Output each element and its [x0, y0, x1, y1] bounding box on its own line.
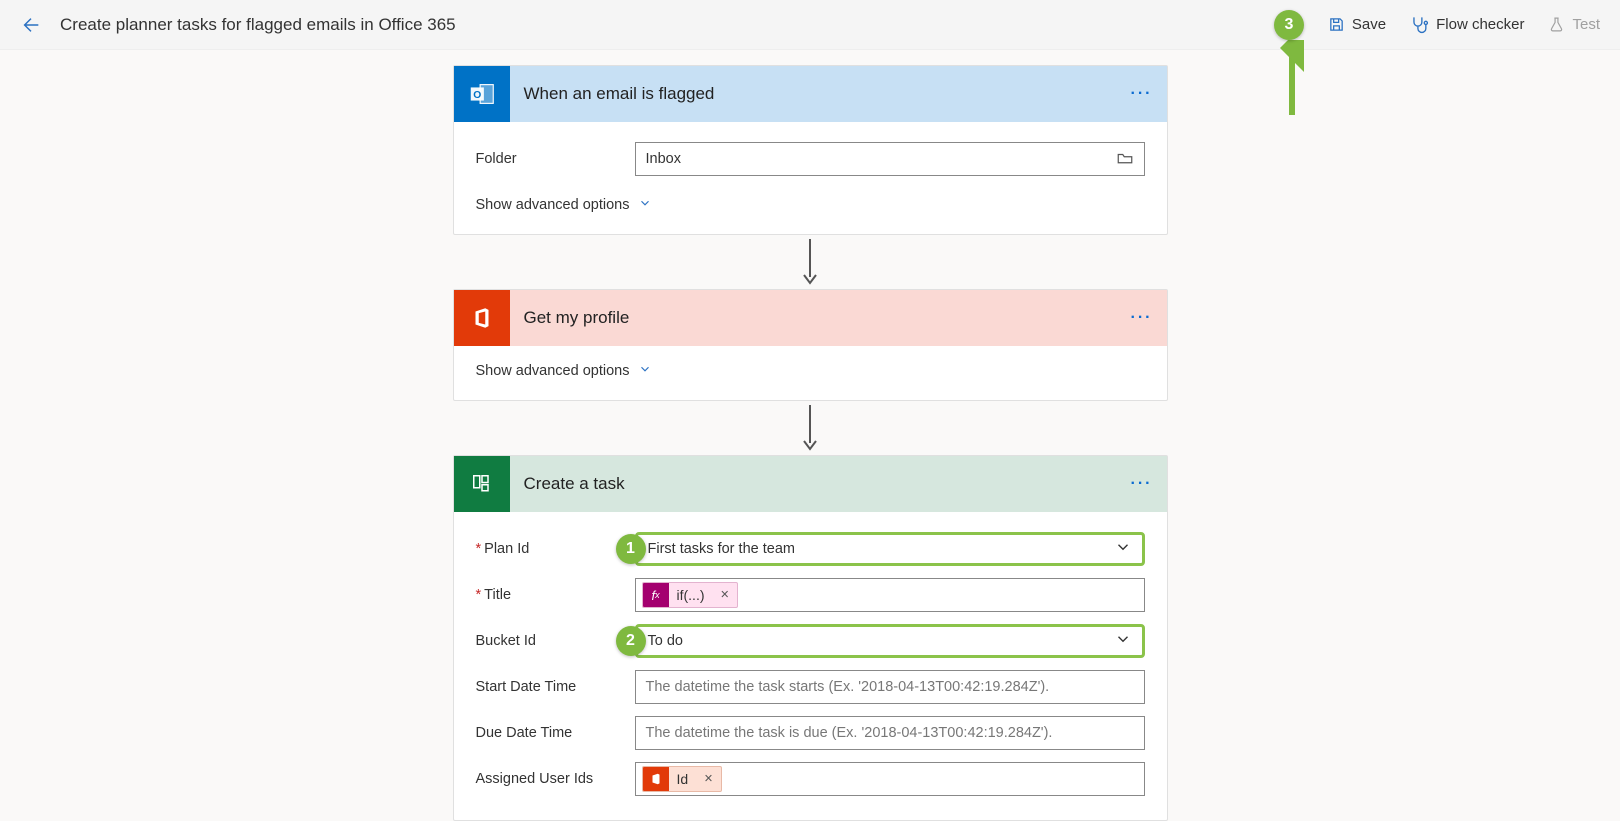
chevron-down-icon: [638, 196, 652, 214]
planner-icon: [454, 456, 510, 512]
beaker-icon: [1548, 16, 1565, 33]
bucket-label: Bucket Id: [476, 633, 635, 649]
test-button[interactable]: Test: [1548, 16, 1600, 33]
callout-1: 1: [616, 534, 646, 564]
connector-arrow: [800, 401, 820, 455]
bucket-select[interactable]: To do: [635, 624, 1145, 658]
card-menu-icon[interactable]: ···: [1131, 309, 1153, 327]
chevron-down-icon: [638, 362, 652, 380]
top-bar: Create planner tasks for flagged emails …: [0, 0, 1620, 50]
task-card: Create a task ··· *Plan Id 1 First tasks…: [453, 455, 1168, 821]
trigger-header[interactable]: O When an email is flagged ···: [454, 66, 1167, 122]
profile-card: Get my profile ··· Show advanced options: [453, 289, 1168, 401]
top-actions: 3 Save Flow checker Test: [1274, 10, 1600, 40]
callout-3: 3: [1274, 10, 1304, 40]
planid-select[interactable]: First tasks for the team: [635, 532, 1145, 566]
connector-arrow: [800, 235, 820, 289]
dynamic-token[interactable]: Id ×: [642, 766, 722, 792]
planid-value: First tasks for the team: [648, 541, 795, 557]
office-icon: [454, 290, 510, 346]
fx-icon: fx: [643, 582, 669, 608]
page-title: Create planner tasks for flagged emails …: [60, 15, 1274, 35]
assigned-input[interactable]: Id ×: [635, 762, 1145, 796]
assigned-label: Assigned User Ids: [476, 771, 635, 787]
bucket-value: To do: [648, 633, 683, 649]
folder-label: Folder: [476, 151, 635, 167]
token-text: Id: [669, 771, 697, 787]
profile-header[interactable]: Get my profile ···: [454, 290, 1167, 346]
profile-title: Get my profile: [510, 308, 1131, 328]
card-menu-icon[interactable]: ···: [1131, 85, 1153, 103]
stethoscope-icon: [1410, 15, 1429, 34]
start-input[interactable]: The datetime the task starts (Ex. '2018-…: [635, 670, 1145, 704]
back-arrow-icon[interactable]: [20, 14, 42, 36]
token-remove-icon[interactable]: ×: [696, 771, 720, 787]
save-button[interactable]: Save: [1328, 16, 1386, 33]
start-label: Start Date Time: [476, 679, 635, 695]
annotation-arrow-icon: [1277, 40, 1307, 125]
due-input[interactable]: The datetime the task is due (Ex. '2018-…: [635, 716, 1145, 750]
flow-canvas: O When an email is flagged ··· Folder In…: [0, 50, 1620, 821]
due-placeholder: The datetime the task is due (Ex. '2018-…: [646, 725, 1053, 741]
folder-input[interactable]: Inbox: [635, 142, 1145, 176]
flow-checker-label: Flow checker: [1436, 16, 1524, 33]
planid-label: *Plan Id: [476, 541, 635, 557]
save-label: Save: [1352, 16, 1386, 33]
folder-value: Inbox: [646, 151, 681, 167]
advanced-label: Show advanced options: [476, 197, 630, 213]
chevron-down-icon: [1114, 538, 1132, 560]
advanced-label: Show advanced options: [476, 363, 630, 379]
flow-checker-button[interactable]: Flow checker: [1410, 15, 1524, 34]
task-title: Create a task: [510, 474, 1131, 494]
advanced-toggle[interactable]: Show advanced options: [476, 362, 1145, 380]
svg-text:O: O: [473, 90, 481, 101]
trigger-title: When an email is flagged: [510, 84, 1131, 104]
callout-2: 2: [616, 626, 646, 656]
due-label: Due Date Time: [476, 725, 635, 741]
chevron-down-icon: [1114, 630, 1132, 652]
folder-picker-icon[interactable]: [1116, 150, 1134, 169]
token-remove-icon[interactable]: ×: [713, 587, 737, 603]
advanced-toggle[interactable]: Show advanced options: [476, 196, 1145, 214]
outlook-icon: O: [454, 66, 510, 122]
test-label: Test: [1572, 16, 1600, 33]
office-icon: [643, 766, 669, 792]
save-icon: [1328, 16, 1345, 33]
card-menu-icon[interactable]: ···: [1131, 475, 1153, 493]
title-input[interactable]: fx if(...) ×: [635, 578, 1145, 612]
task-header[interactable]: Create a task ···: [454, 456, 1167, 512]
start-placeholder: The datetime the task starts (Ex. '2018-…: [646, 679, 1050, 695]
trigger-card: O When an email is flagged ··· Folder In…: [453, 65, 1168, 235]
token-text: if(...): [669, 587, 713, 603]
expression-token[interactable]: fx if(...) ×: [642, 582, 738, 608]
title-label: *Title: [476, 587, 635, 603]
